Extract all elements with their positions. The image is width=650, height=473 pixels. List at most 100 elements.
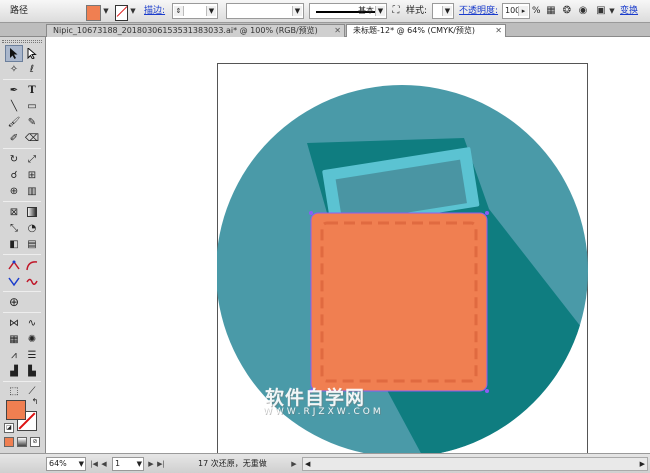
fill-dropdown-arrow[interactable]: ▼ xyxy=(102,3,110,19)
tab-untitled-12[interactable]: 未标题-12* @ 64% (CMYK/预览) ✕ xyxy=(346,24,506,37)
opacity-field[interactable]: 100 ▸ xyxy=(502,3,530,19)
anchor-point-tool-icon[interactable] xyxy=(6,258,22,273)
stacked-graph-tool-icon[interactable]: ▙ xyxy=(24,364,40,379)
align-dropdown-arrow[interactable]: ▼ xyxy=(608,3,616,19)
direct-selection-tool-icon[interactable] xyxy=(24,46,40,61)
align-grid-icon[interactable]: ▣ xyxy=(594,3,608,19)
anchor-point[interactable] xyxy=(309,211,313,215)
scroll-right-icon[interactable]: ▶ xyxy=(640,458,645,470)
document-setup-icon[interactable]: ▦ xyxy=(544,3,558,19)
shape-builder-tool-icon[interactable]: ⊕ xyxy=(6,184,22,199)
warp-wave-tool-icon[interactable]: ∿ xyxy=(24,316,40,331)
tab-nipic-document[interactable]: Nipic_10673188_20180306153531383033.ai* … xyxy=(46,24,345,37)
eyedropper-tool-icon[interactable]: ⤡ xyxy=(6,221,22,236)
chevron-down-icon[interactable]: ▼ xyxy=(292,6,302,16)
column-graph-tool-icon[interactable]: ▟ xyxy=(6,364,22,379)
join-tool-icon[interactable] xyxy=(6,274,22,289)
tools-panel: ✧ ℓ ✒ T ╲ ▭ 🖌 ✎ ✐ ⌫ ↻ ⤢ ☌ ⊞ ⊕ ▥ ⊠ ⤡ ◔ ◧ … xyxy=(0,37,46,453)
status-text: 17 次还原，无重做 xyxy=(198,459,267,468)
panel-grip[interactable] xyxy=(2,40,42,43)
bar-graph-tool-icon[interactable]: ☰ xyxy=(24,348,40,363)
stroke-panel-link[interactable]: 描边: xyxy=(144,3,165,19)
chevron-down-icon[interactable]: ▼ xyxy=(442,6,452,16)
chevron-down-icon[interactable]: ▼ xyxy=(79,458,84,470)
opacity-unit: % xyxy=(532,6,541,16)
line-graph-tool-icon[interactable]: ⩘ xyxy=(6,348,22,363)
chevron-down-icon[interactable]: ▼ xyxy=(206,6,216,16)
variable-width-profile-select[interactable]: ▼ xyxy=(226,3,304,19)
chevron-right-icon[interactable]: ▸ xyxy=(518,6,528,16)
recolor-artwork-icon[interactable]: ⛶ xyxy=(389,3,403,19)
pencil-tool-icon[interactable]: ✎ xyxy=(24,115,40,130)
control-bar: 路径 ▼ ▼ 描边: ⇕ ▼ ▼ 基本 ▼ ⛶ 样式: ▼ 不透明度: 100 … xyxy=(0,0,650,23)
zoom-select[interactable]: 64% ▼ xyxy=(46,457,86,471)
style-label: 样式: xyxy=(406,6,428,16)
anchor-point[interactable] xyxy=(485,389,489,393)
fill-color-swatch[interactable] xyxy=(86,5,101,21)
gradient-tool-icon[interactable] xyxy=(24,205,40,220)
graphic-style-select[interactable]: ▼ xyxy=(432,3,454,19)
watermark-title: 软件自学网 xyxy=(265,387,366,409)
status-menu-arrow[interactable]: ▶ xyxy=(290,457,298,471)
rotate-tool-icon[interactable]: ↻ xyxy=(6,152,22,167)
scroll-left-icon[interactable]: ◀ xyxy=(305,458,310,470)
magic-wand-tool-icon[interactable]: ✧ xyxy=(6,62,22,77)
artboard-number-select[interactable]: 1 ▼ xyxy=(112,457,144,471)
document-tab-bar: Nipic_10673188_20180306153531383033.ai* … xyxy=(0,23,650,37)
warp-tool-icon[interactable]: ☌ xyxy=(6,168,22,183)
stroke-color-swatch[interactable] xyxy=(115,5,128,21)
recolor-icon[interactable]: ❂ xyxy=(560,3,574,19)
fill-color-box[interactable] xyxy=(6,400,26,420)
rectangle-tool-icon[interactable]: ▭ xyxy=(24,99,40,114)
stroke-weight-field[interactable]: ⇕ ▼ xyxy=(172,3,218,19)
anchor-point[interactable] xyxy=(485,211,489,215)
type-tool-icon[interactable]: T xyxy=(24,83,40,98)
canvas-area[interactable]: 软件自学网 WWW.RJZXW.COM xyxy=(47,38,650,453)
width-tool-icon[interactable]: ⋈ xyxy=(6,316,22,331)
watermark-url: WWW.RJZXW.COM xyxy=(263,407,384,417)
blend-tool-icon[interactable]: ◔ xyxy=(24,221,40,236)
first-artboard-icon[interactable]: |◀ xyxy=(90,457,98,471)
stroke-weight-stepper[interactable]: ⇕ xyxy=(174,6,184,16)
pen-tool-icon[interactable]: ✒ xyxy=(6,83,22,98)
wallet-body[interactable] xyxy=(311,213,487,391)
chevron-down-icon[interactable]: ▼ xyxy=(375,6,385,16)
blob-brush-tool-icon[interactable]: ✐ xyxy=(6,131,22,146)
none-mode-icon[interactable]: ⊘ xyxy=(30,437,40,447)
free-transform-tool-icon[interactable]: ⊞ xyxy=(24,168,40,183)
live-paint-bucket-tool-icon[interactable]: ◧ xyxy=(6,237,22,252)
color-mode-icon[interactable] xyxy=(4,437,14,447)
last-artboard-icon[interactable]: ▶| xyxy=(157,457,165,471)
chevron-down-icon[interactable]: ▼ xyxy=(137,458,142,470)
swap-fill-stroke-icon[interactable]: ↰ xyxy=(30,398,40,408)
lasso-tool-icon[interactable]: ℓ xyxy=(24,62,40,77)
selection-tool-icon[interactable] xyxy=(5,45,23,62)
eraser-tool-icon[interactable]: ⌫ xyxy=(24,131,40,146)
status-bar: 64% ▼ |◀ ◀ 1 ▼ ▶ ▶| 17 次还原，无重做 ▶ ◀ ▶ xyxy=(0,453,650,473)
paintbrush-tool-icon[interactable]: 🖌 xyxy=(6,115,22,130)
stroke-dropdown-arrow[interactable]: ▼ xyxy=(129,3,137,19)
symbol-sprayer-tool-icon[interactable]: ▦ xyxy=(6,332,22,347)
line-tool-icon[interactable]: ╲ xyxy=(6,99,22,114)
crosshair-target-icon[interactable]: ⊕ xyxy=(6,295,22,310)
next-artboard-icon[interactable]: ▶ xyxy=(147,457,155,471)
default-fill-stroke-icon[interactable]: ◪ xyxy=(4,423,14,433)
opacity-panel-link[interactable]: 不透明度: xyxy=(459,3,498,19)
close-icon[interactable]: ✕ xyxy=(334,25,341,37)
perspective-grid-tool-icon[interactable]: ▥ xyxy=(24,184,40,199)
smooth-tool-icon[interactable] xyxy=(24,274,40,289)
isolate-object-icon[interactable]: ◉ xyxy=(576,3,590,19)
brush-definition-select[interactable]: 基本 ▼ xyxy=(309,3,387,19)
close-icon[interactable]: ✕ xyxy=(495,25,502,37)
artboard-tool-icon[interactable]: ⬚ xyxy=(6,384,22,399)
curvature-tool-icon[interactable] xyxy=(24,258,40,273)
live-paint-selection-tool-icon[interactable]: ▤ xyxy=(24,237,40,252)
transform-panel-link[interactable]: 变换 xyxy=(620,3,638,19)
mesh-tool-icon[interactable]: ⊠ xyxy=(6,205,22,220)
symbol-shifter-tool-icon[interactable]: ✺ xyxy=(24,332,40,347)
horizontal-scrollbar[interactable]: ◀ ▶ xyxy=(302,457,648,471)
scale-tool-icon[interactable]: ⤢ xyxy=(24,152,40,167)
object-type-label: 路径 xyxy=(10,6,29,16)
gradient-mode-icon[interactable] xyxy=(17,437,27,447)
previous-artboard-icon[interactable]: ◀ xyxy=(100,457,108,471)
